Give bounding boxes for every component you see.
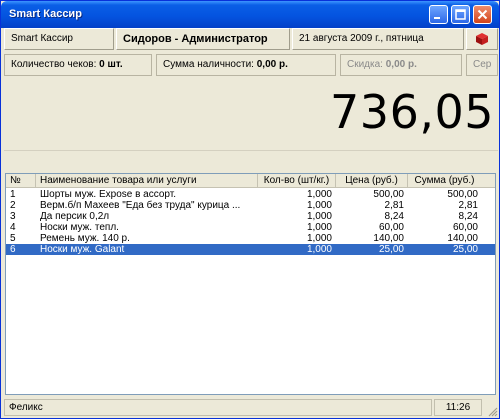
- row-item-name: Носки муж. тепл.: [40, 222, 119, 233]
- column-header-price[interactable]: Цена (руб.): [336, 174, 408, 188]
- row-quantity: 1,000: [306, 200, 332, 211]
- discount-value: 0,00 р.: [385, 59, 417, 70]
- row-quantity: 1,000: [306, 222, 332, 233]
- row-sum: 2,81: [458, 200, 478, 211]
- counters-row: Количество чеков: 0 шт. Сумма наличности…: [4, 54, 498, 78]
- table-row[interactable]: 1 Шорты муж. Expose в ассорт. 1,000 500,…: [6, 189, 495, 200]
- table-row[interactable]: 4 Носки муж. тепл. 1,000 60,00 60,00: [6, 222, 495, 233]
- table-row[interactable]: 5 Ремень муж. 140 р. 1,000 140,00 140,00: [6, 233, 495, 244]
- table-row-selected[interactable]: 6 Носки муж. Galant 1,000 25,00 25,00: [6, 244, 495, 255]
- column-header-number[interactable]: №: [6, 174, 36, 188]
- title-bar[interactable]: Smart Кассир: [1, 1, 499, 28]
- window-title: Smart Кассир: [9, 8, 82, 20]
- status-clock: 11:26: [434, 399, 482, 416]
- row-sum: 140,00: [447, 233, 478, 244]
- row-quantity: 1,000: [306, 244, 332, 255]
- status-user: Феликс: [4, 399, 432, 416]
- row-item-name: Ремень муж. 140 р.: [40, 233, 130, 244]
- minimize-icon: [434, 17, 440, 19]
- checks-count-value: 0 шт.: [99, 59, 123, 70]
- cube-logo-icon: [476, 33, 488, 45]
- row-item-name: Шорты муж. Expose в ассорт.: [40, 189, 177, 200]
- row-sum: 25,00: [452, 244, 478, 255]
- app-window: Smart Кассир Smart Кассир Сидоров - Адми…: [0, 0, 500, 419]
- input-panel: [4, 151, 498, 173]
- close-button[interactable]: [473, 5, 492, 24]
- row-number: 1: [10, 189, 16, 200]
- column-header-quantity[interactable]: Кол-во (шт/кг.): [258, 174, 336, 188]
- discount: Скидка: 0,00 р.: [340, 54, 462, 76]
- app-logo: [466, 28, 498, 50]
- close-icon: [477, 9, 488, 20]
- row-price: 8,24: [384, 211, 404, 222]
- row-price: 140,00: [373, 233, 404, 244]
- receipt-table[interactable]: № Наименование товара или услуги Кол-во …: [5, 173, 496, 395]
- total-amount: 736,05: [330, 85, 494, 139]
- row-number: 3: [10, 211, 16, 222]
- cash-sum-label: Сумма наличности:: [163, 59, 254, 70]
- minimize-button[interactable]: [429, 5, 448, 24]
- cash-sum-value: 0,00 р.: [256, 59, 288, 70]
- row-price: 500,00: [373, 189, 404, 200]
- date-field: 21 августа 2009 г., пятница: [292, 28, 464, 50]
- checks-count-label: Количество чеков:: [11, 59, 97, 70]
- row-quantity: 1,000: [306, 233, 332, 244]
- row-item-name: Носки муж. Galant: [40, 244, 125, 255]
- row-quantity: 1,000: [306, 211, 332, 222]
- row-number: 2: [10, 200, 16, 211]
- row-item-name: Да персик 0,2л: [40, 211, 110, 222]
- total-panel: 736,05: [4, 80, 498, 151]
- column-header-sum[interactable]: Сумма (руб.): [408, 174, 482, 188]
- status-bar: Феликс 11:26: [4, 399, 498, 417]
- row-price: 60,00: [378, 222, 404, 233]
- current-user-field: Сидоров - Администратор: [116, 28, 290, 50]
- row-quantity: 1,000: [306, 189, 332, 200]
- column-header-name[interactable]: Наименование товара или услуги: [36, 174, 258, 188]
- row-number: 6: [10, 244, 16, 255]
- extra-field: Сер: [466, 54, 498, 76]
- row-price: 25,00: [378, 244, 404, 255]
- checks-count: Количество чеков: 0 шт.: [4, 54, 152, 76]
- table-row[interactable]: 3 Да персик 0,2л 1,000 8,24 8,24: [6, 211, 495, 222]
- row-sum: 8,24: [458, 211, 478, 222]
- header-corner: [481, 174, 495, 188]
- resize-grip-icon[interactable]: [486, 405, 498, 417]
- row-number: 5: [10, 233, 16, 244]
- row-number: 4: [10, 222, 16, 233]
- row-sum: 60,00: [452, 222, 478, 233]
- app-name-field: Smart Кассир: [4, 28, 114, 50]
- discount-label: Скидка:: [347, 59, 383, 70]
- maximize-icon: [455, 9, 466, 20]
- table-header: № Наименование товара или услуги Кол-во …: [6, 174, 495, 188]
- cash-sum: Сумма наличности: 0,00 р.: [156, 54, 336, 76]
- row-price: 2,81: [384, 200, 404, 211]
- row-item-name: Верм.б/п Махеев "Еда без труда" курица .…: [40, 200, 241, 211]
- row-sum: 500,00: [447, 189, 478, 200]
- table-row[interactable]: 2 Верм.б/п Махеев "Еда без труда" курица…: [6, 200, 495, 211]
- maximize-button[interactable]: [451, 5, 470, 24]
- info-row: Smart Кассир Сидоров - Администратор 21 …: [4, 28, 498, 52]
